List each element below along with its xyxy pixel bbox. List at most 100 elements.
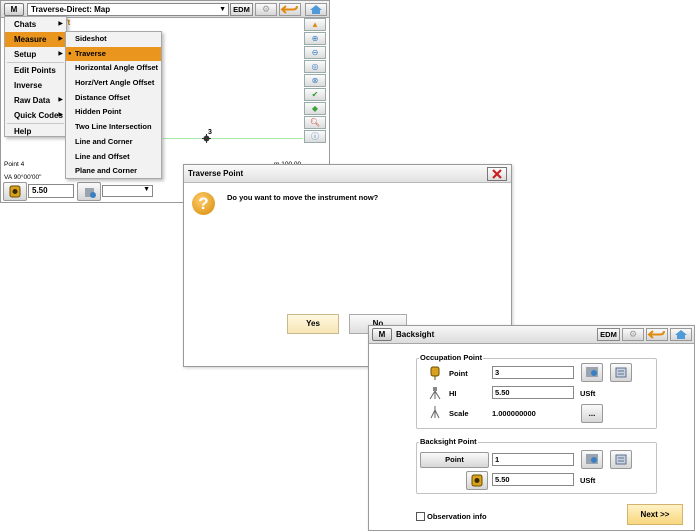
menu-item-raw-data[interactable]: Raw Data ▶ xyxy=(5,93,66,108)
submenu-item-horizontal-angle-offset[interactable]: Horizontal Angle Offset xyxy=(66,61,161,76)
screen-title: Backsight xyxy=(396,330,435,339)
tripod-icon xyxy=(429,387,441,400)
edm-button[interactable]: EDM xyxy=(230,3,253,16)
yes-button[interactable]: Yes xyxy=(287,314,339,334)
submenu-item-traverse[interactable]: ● Traverse xyxy=(66,46,161,62)
menu-item-chats[interactable]: Chats ▶ xyxy=(5,17,66,32)
selected-dot-icon: ● xyxy=(68,50,72,57)
submenu-item-label: Distance Offset xyxy=(75,92,131,102)
zoom-window-button[interactable]: ⊗ xyxy=(304,74,326,87)
list-icon xyxy=(615,454,627,465)
submenu-item-label: Traverse xyxy=(75,48,106,58)
settings-button[interactable]: ⚙ xyxy=(622,328,644,341)
main-menu-button[interactable]: M xyxy=(4,3,24,16)
info-icon: ⓘ xyxy=(311,132,319,141)
measure-submenu: Sideshot ● Traverse Horizontal Angle Offs… xyxy=(65,31,162,179)
home-button[interactable] xyxy=(670,328,692,341)
backsight-point-field[interactable]: 1 xyxy=(492,453,574,466)
triangle-right-icon: ▶ xyxy=(58,36,63,42)
occupation-hi-field[interactable]: 5.50 xyxy=(492,386,574,399)
submenu-item-sideshot[interactable]: Sideshot xyxy=(66,32,161,47)
main-menu: Chats ▶ Measure ▶ Setup ▶ Edit Points Inver… xyxy=(4,16,67,137)
zoom-out-button[interactable]: ⊖ xyxy=(304,46,326,59)
group-label: Occupation Point xyxy=(419,353,484,362)
screen-title-dropdown[interactable]: Traverse-Direct: Map ▼ xyxy=(27,3,229,16)
occupation-list-button[interactable] xyxy=(610,363,632,382)
map-select-icon xyxy=(586,367,598,377)
backsight-list-button[interactable] xyxy=(610,450,632,469)
submenu-item-line-and-corner[interactable]: Line and Corner xyxy=(66,135,161,150)
menu-item-label: Help xyxy=(14,127,32,136)
instrument-height-button[interactable] xyxy=(3,182,27,201)
home-button[interactable] xyxy=(305,3,327,16)
dialog-title-bar: Traverse Point xyxy=(184,165,511,183)
submenu-item-two-line-intersection[interactable]: Two Line Intersection xyxy=(66,120,161,135)
menu-item-inverse[interactable]: Inverse xyxy=(5,78,66,93)
home-icon xyxy=(675,330,687,339)
submenu-item-label: Two Line Intersection xyxy=(75,122,152,132)
main-menu-button[interactable]: M xyxy=(372,328,392,341)
check-button[interactable]: ✔ xyxy=(304,88,326,101)
occupation-map-button[interactable] xyxy=(581,363,603,382)
height-unit: USft xyxy=(580,476,596,485)
menu-item-label: Setup xyxy=(14,50,37,59)
map-point-label: 3 xyxy=(208,129,212,136)
screen-title: Traverse-Direct: Map xyxy=(31,5,111,14)
list-icon xyxy=(615,367,627,378)
home-icon xyxy=(310,5,322,14)
menu-item-setup[interactable]: Setup ▶ xyxy=(5,47,66,62)
submenu-item-line-and-offset[interactable]: Line and Offset xyxy=(66,150,161,165)
zoom-in-button[interactable]: ⊕ xyxy=(304,32,326,45)
scroll-up-button[interactable]: ▲ xyxy=(304,18,326,31)
zoom-out-icon: ⊖ xyxy=(311,48,319,57)
triangle-right-icon: ▶ xyxy=(58,21,63,27)
observation-info-checkbox[interactable] xyxy=(416,512,425,521)
settings-button[interactable]: ⚙ xyxy=(255,3,277,16)
target-height-button[interactable] xyxy=(466,471,488,490)
chevron-down-icon: ▼ xyxy=(143,186,150,193)
close-button[interactable] xyxy=(487,167,507,181)
triangle-right-icon: ▶ xyxy=(58,97,63,103)
gears-icon: ⚙ xyxy=(628,329,638,339)
submenu-item-plane-and-corner[interactable]: Plane and Corner xyxy=(66,164,161,179)
edm-button[interactable]: EDM xyxy=(597,328,620,341)
next-button[interactable]: Next >> xyxy=(627,504,683,525)
submenu-item-label: Hidden Point xyxy=(75,107,122,117)
zoom-window-icon: ⊗ xyxy=(311,76,319,85)
back-button[interactable] xyxy=(646,328,668,341)
group-label: Backsight Point xyxy=(419,437,478,446)
measure-button[interactable] xyxy=(77,182,101,201)
submenu-item-hidden-point[interactable]: Hidden Point xyxy=(66,105,161,120)
occupation-point-field[interactable]: 3 xyxy=(492,366,574,379)
back-arrow-icon xyxy=(280,5,298,14)
back-button[interactable] xyxy=(279,3,301,16)
pan-button[interactable]: 🔍︎ xyxy=(304,116,326,129)
method-dropdown[interactable]: ▼ xyxy=(102,185,153,197)
backsight-height-field[interactable]: 5.50 xyxy=(492,473,574,486)
layers-icon: ◆ xyxy=(311,104,319,113)
menu-item-quick-codes[interactable]: Quick Codes ▶ xyxy=(5,108,66,123)
info-button[interactable]: ⓘ xyxy=(304,130,326,143)
magnifier-icon: 🔍︎ xyxy=(309,118,321,127)
scale-more-button[interactable]: ... xyxy=(581,404,603,423)
point-icon xyxy=(430,366,440,380)
menu-item-measure[interactable]: Measure ▶ xyxy=(5,32,66,47)
zoom-extents-button[interactable]: ◎ xyxy=(304,60,326,73)
triangle-up-icon: ▲ xyxy=(311,20,319,29)
hi-label: HI xyxy=(449,389,457,398)
submenu-item-label: Line and Corner xyxy=(75,136,133,146)
backsight-map-button[interactable] xyxy=(581,450,603,469)
submenu-item-horz-vert-angle-offset[interactable]: Horz/Vert Angle Offset xyxy=(66,76,161,91)
target-prism-icon xyxy=(9,185,21,198)
question-icon: ? xyxy=(192,192,215,215)
hi-field[interactable]: 5.50 xyxy=(28,184,74,198)
triangle-right-icon: ▶ xyxy=(58,51,63,57)
target-prism-icon xyxy=(471,474,483,487)
backsight-point-button[interactable]: Point xyxy=(420,452,489,468)
measure-icon xyxy=(85,188,96,198)
occupation-point-label: Point xyxy=(449,369,468,378)
menu-item-help[interactable]: Help xyxy=(5,124,66,139)
menu-item-edit-points[interactable]: Edit Points xyxy=(5,63,66,78)
layers-button[interactable]: ◆ xyxy=(304,102,326,115)
submenu-item-distance-offset[interactable]: Distance Offset xyxy=(66,91,161,106)
